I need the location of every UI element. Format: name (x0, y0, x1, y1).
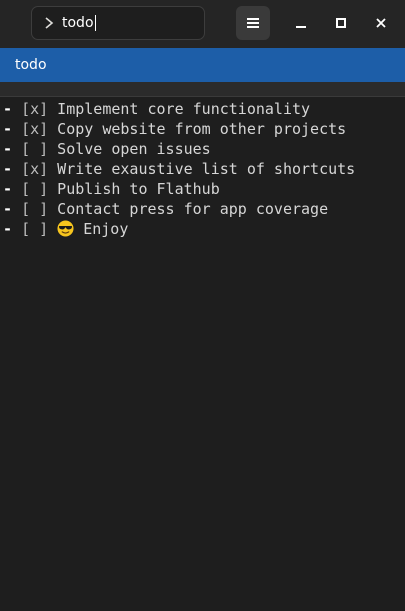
hamburger-menu-icon (247, 18, 259, 28)
text-caret (94, 15, 96, 31)
checkbox: [x] (21, 160, 49, 178)
suggestion-item[interactable]: todo (0, 48, 405, 82)
suggestion-label: todo (15, 57, 47, 73)
item-bullet: - (3, 160, 22, 178)
item-bullet: - (3, 180, 22, 198)
search-suggestions: todo (0, 46, 405, 96)
list-item: - [ ] Solve open issues (0, 139, 405, 159)
list-item: - [x] Write exaustive list of shortcuts (0, 159, 405, 179)
checkbox: [ ] (21, 180, 49, 198)
chevron-right-icon (45, 17, 54, 29)
checkbox: [ ] (21, 200, 49, 218)
checkbox: [x] (21, 120, 49, 138)
close-icon (376, 18, 386, 28)
header-bar: todo (0, 0, 405, 46)
checkbox: [x] (21, 100, 49, 118)
list-item: - [x] Implement core functionality (0, 99, 405, 119)
maximize-icon (336, 18, 346, 28)
close-button[interactable] (367, 9, 395, 37)
sunglasses-emoji-icon (57, 220, 74, 237)
item-text: Copy website from other projects (48, 120, 347, 138)
item-text: Implement core functionality (48, 100, 311, 118)
suggestion-list-footer (0, 82, 405, 96)
maximize-button[interactable] (327, 9, 355, 37)
checkbox: [ ] (21, 220, 49, 238)
checkbox: [ ] (21, 140, 49, 158)
text-editor[interactable]: - [x] Implement core functionality - [x]… (0, 96, 405, 611)
item-text: Publish to Flathub (48, 180, 220, 198)
item-text: Solve open issues (48, 140, 211, 158)
list-item: - [ ] Enjoy (0, 219, 405, 239)
search-input[interactable]: todo (31, 6, 205, 40)
list-item: - [ ] Publish to Flathub (0, 179, 405, 199)
menu-button[interactable] (236, 6, 270, 40)
item-bullet: - (3, 220, 22, 238)
minimize-icon (296, 26, 306, 28)
search-query: todo (62, 15, 96, 31)
list-item: - [ ] Contact press for app coverage (0, 199, 405, 219)
item-bullet: - (3, 200, 22, 218)
item-text: Contact press for app coverage (48, 200, 329, 218)
item-text: Enjoy (83, 220, 129, 238)
list-item: - [x] Copy website from other projects (0, 119, 405, 139)
item-bullet: - (3, 120, 22, 138)
item-text: Write exaustive list of shortcuts (48, 160, 356, 178)
item-bullet: - (3, 140, 22, 158)
item-bullet: - (3, 100, 22, 118)
minimize-button[interactable] (287, 9, 315, 37)
